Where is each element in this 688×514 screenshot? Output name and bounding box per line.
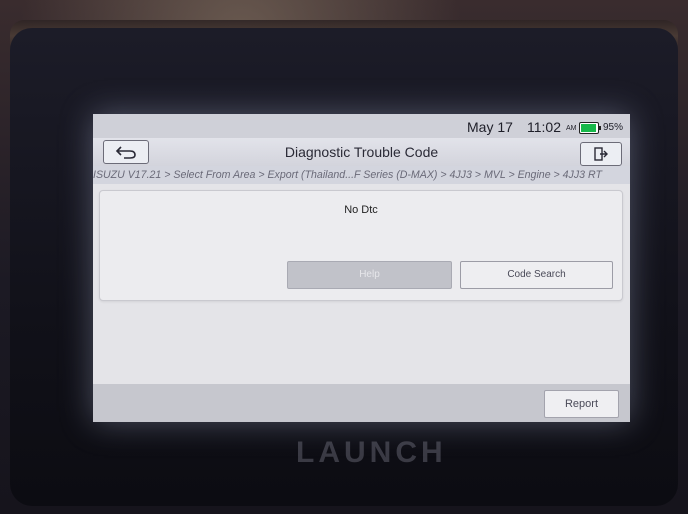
battery-icon [579,122,601,134]
no-dtc-message: No Dtc [344,204,378,216]
breadcrumb: ISUZU V17.21 > Select From Area > Export… [93,166,630,184]
title-bar: Diagnostic Trouble Code [93,138,630,166]
device-screen: May 17 11:02 AM 95% Diagnostic Trouble C… [93,114,630,422]
brand-logo: LAUNCH [296,436,447,469]
report-button[interactable]: Report [544,390,619,418]
exit-button[interactable] [580,142,622,166]
code-search-button[interactable]: Code Search [460,261,613,289]
page-title: Diagnostic Trouble Code [284,144,439,160]
battery-percent: 95% [603,122,624,133]
status-time: 11:02 [527,119,561,135]
status-date: May 17 [467,119,513,135]
dtc-result-panel: No Dtc Help Code Search [99,190,623,301]
exit-door-icon [594,147,608,161]
status-ampm: AM [566,125,577,132]
battery-tip [599,126,601,130]
battery-level [581,124,597,132]
main-content: No Dtc Help Code Search [93,184,630,384]
help-button[interactable]: Help [287,261,452,289]
status-bar: May 17 11:02 AM 95% [93,114,630,138]
bottom-toolbar: Report [93,384,630,422]
